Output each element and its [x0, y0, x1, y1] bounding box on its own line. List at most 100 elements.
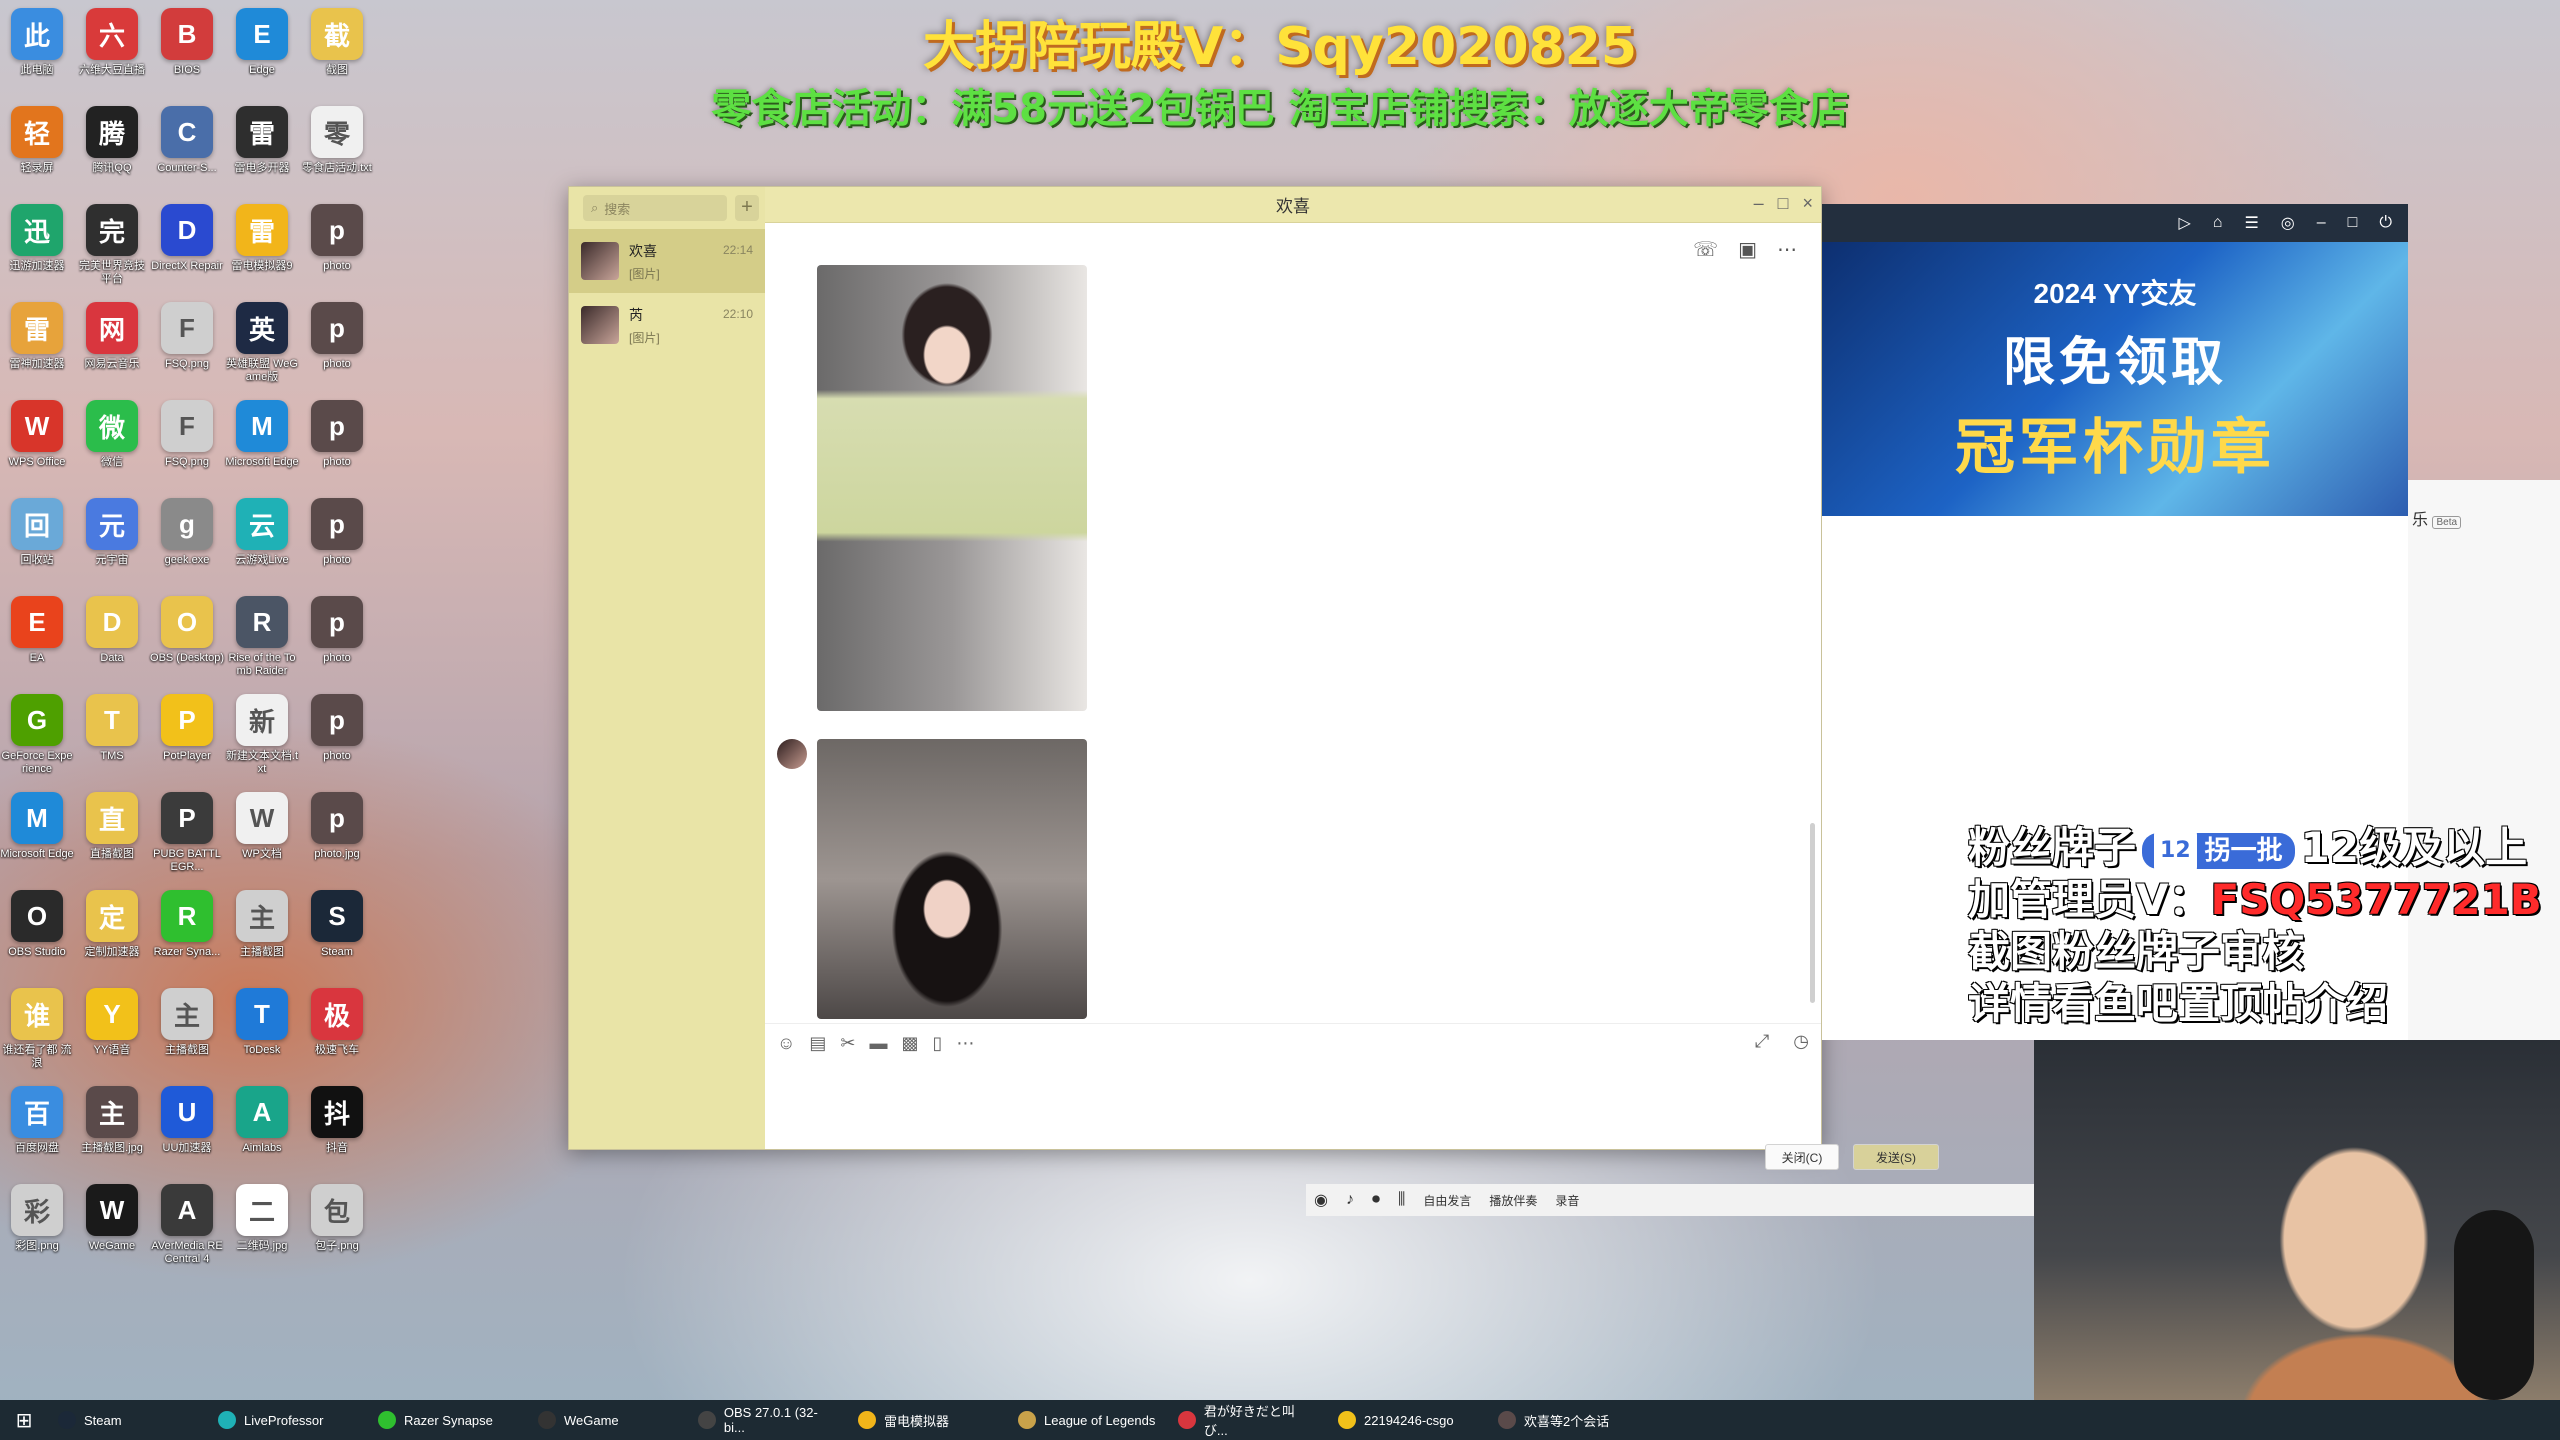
- desktop-icon[interactable]: A Aimlabs: [225, 1086, 299, 1182]
- desktop-icon[interactable]: 极极速飞车: [300, 988, 374, 1084]
- desktop-icon[interactable]: E EA: [0, 596, 74, 692]
- maximize-icon[interactable]: □: [2348, 214, 2358, 232]
- scissors-icon[interactable]: ✂: [840, 1033, 855, 1054]
- folder-icon[interactable]: ▬: [870, 1033, 888, 1054]
- desktop-icon[interactable]: p photo: [300, 302, 374, 398]
- desktop-icon[interactable]: 网网易云音乐: [75, 302, 149, 398]
- power-icon[interactable]: ⏻: [2379, 214, 2392, 232]
- chat-list-item[interactable]: 芮 [图片] 22:10: [569, 293, 765, 357]
- chat-list-item[interactable]: 欢喜 [图片] 22:14: [569, 229, 765, 293]
- more-icon[interactable]: ⋯: [956, 1033, 974, 1054]
- home-icon[interactable]: ⌂: [2213, 214, 2223, 232]
- desktop-icon[interactable]: 抖抖音: [300, 1086, 374, 1182]
- desktop-icon[interactable]: 主主播截图: [225, 890, 299, 986]
- expand-icon[interactable]: ⤢: [1755, 1031, 1769, 1052]
- desktop-icon[interactable]: p photo: [300, 400, 374, 496]
- accompaniment-button[interactable]: 播放伴奏: [1489, 1192, 1537, 1209]
- desktop-icon[interactable]: 直直播截图: [75, 792, 149, 888]
- desktop-icon[interactable]: P PUBG BATTLEGR...: [150, 792, 224, 888]
- speaker-icon[interactable]: ♪: [1346, 1191, 1354, 1209]
- desktop-icon[interactable]: W WP文档: [225, 792, 299, 888]
- desktop-icon[interactable]: P PotPlayer: [150, 694, 224, 790]
- desktop-icon[interactable]: 主主播截图.jpg: [75, 1086, 149, 1182]
- taskbar-item[interactable]: LiveProfessor: [208, 1400, 368, 1440]
- taskbar-item[interactable]: Razer Synapse: [368, 1400, 528, 1440]
- desktop-icon[interactable]: 完完美世界竞技平台: [75, 204, 149, 300]
- desktop-icon[interactable]: T ToDesk: [225, 988, 299, 1084]
- desktop-icon[interactable]: F FSQ.png: [150, 302, 224, 398]
- desktop-icon[interactable]: D Data: [75, 596, 149, 692]
- desktop-icon[interactable]: 定定制加速器: [75, 890, 149, 986]
- desktop-icon[interactable]: p photo: [300, 204, 374, 300]
- desktop-icon[interactable]: 百百度网盘: [0, 1086, 74, 1182]
- free-speak-button[interactable]: 自由发言: [1423, 1192, 1471, 1209]
- live-icon[interactable]: ▷: [2178, 213, 2190, 233]
- desktop-icon[interactable]: 新新建文本文档.txt: [225, 694, 299, 790]
- taskbar-item[interactable]: 欢喜等2个会话: [1488, 1400, 1648, 1440]
- taskbar-item[interactable]: 22194246-csgo: [1328, 1400, 1488, 1440]
- more-icon[interactable]: ⋯: [1777, 237, 1797, 262]
- desktop-icon[interactable]: M Microsoft Edge: [0, 792, 74, 888]
- desktop-icon[interactable]: R Rise of the Tomb Raider: [225, 596, 299, 692]
- history-icon[interactable]: ◷: [1793, 1031, 1809, 1052]
- taskbar-item[interactable]: 雷电模拟器: [848, 1400, 1008, 1440]
- close-icon[interactable]: ×: [1802, 193, 1813, 214]
- desktop-icon[interactable]: 彩彩图.png: [0, 1184, 74, 1280]
- desktop-icon[interactable]: D DirectX Repair: [150, 204, 224, 300]
- minimize-icon[interactable]: –: [1754, 193, 1764, 214]
- desktop-icon[interactable]: O OBS Studio: [0, 890, 74, 986]
- list-icon[interactable]: ☰: [2244, 213, 2258, 233]
- image-icon[interactable]: ▩: [902, 1033, 919, 1054]
- scrollbar[interactable]: [1810, 823, 1815, 1003]
- desktop-icon[interactable]: 迅迅游加速器: [0, 204, 74, 300]
- desktop-icon[interactable]: 云云游戏Live: [225, 498, 299, 594]
- desktop-icon[interactable]: W WeGame: [75, 1184, 149, 1280]
- desktop-icon[interactable]: F FSQ.png: [150, 400, 224, 496]
- promo-banner[interactable]: 2024 YY交友 限免领取 冠军杯勋章: [1822, 242, 2408, 516]
- desktop-icon[interactable]: O OBS (Desktop): [150, 596, 224, 692]
- sender-avatar[interactable]: [777, 739, 807, 769]
- search-input[interactable]: ⌕ 搜索: [583, 195, 727, 221]
- mixer-icon[interactable]: ⫼: [1398, 1191, 1405, 1209]
- yy-icon[interactable]: ◉: [1314, 1190, 1328, 1210]
- desktop-icon[interactable]: 元元宇宙: [75, 498, 149, 594]
- desktop-icon[interactable]: A AVerMedia RECentral 4: [150, 1184, 224, 1280]
- message-image[interactable]: [817, 739, 1087, 1019]
- voice-call-icon[interactable]: ☏: [1693, 237, 1718, 262]
- add-contact-button[interactable]: +: [735, 195, 759, 221]
- desktop-icon[interactable]: g geek.exe: [150, 498, 224, 594]
- desktop-icon[interactable]: Y YY语音: [75, 988, 149, 1084]
- desktop-icon[interactable]: 谁谁还看了都 流浪: [0, 988, 74, 1084]
- taskbar-item[interactable]: League of Legends: [1008, 1400, 1168, 1440]
- desktop-icon[interactable]: R Razer Syna...: [150, 890, 224, 986]
- minimize-icon[interactable]: –: [2317, 214, 2326, 232]
- desktop-icon[interactable]: p photo: [300, 694, 374, 790]
- send-button[interactable]: 发送(S): [1853, 1144, 1939, 1170]
- message-image[interactable]: [817, 265, 1087, 711]
- desktop-icon[interactable]: 英英雄联盟 WeGame版: [225, 302, 299, 398]
- desktop-icon[interactable]: M Microsoft Edge: [225, 400, 299, 496]
- screen-share-icon[interactable]: ▯: [933, 1033, 943, 1054]
- desktop-icon[interactable]: p photo.jpg: [300, 792, 374, 888]
- maximize-icon[interactable]: □: [1778, 193, 1789, 214]
- emoji-icon[interactable]: ☺: [777, 1033, 795, 1054]
- start-button[interactable]: ⊞: [0, 1400, 48, 1440]
- desktop-icon[interactable]: 二二维码.jpg: [225, 1184, 299, 1280]
- taskbar-item[interactable]: 君が好きだと叫び...: [1168, 1400, 1328, 1440]
- desktop-icon[interactable]: S Steam: [300, 890, 374, 986]
- taskbar-item[interactable]: WeGame: [528, 1400, 688, 1440]
- desktop-icon[interactable]: 包包子.png: [300, 1184, 374, 1280]
- desktop-icon[interactable]: T TMS: [75, 694, 149, 790]
- gamepad-icon[interactable]: ◎: [2281, 213, 2295, 233]
- video-call-icon[interactable]: ▣: [1738, 237, 1757, 262]
- desktop-icon[interactable]: 雷雷电模拟器9: [225, 204, 299, 300]
- desktop-icon[interactable]: 回回收站: [0, 498, 74, 594]
- taskbar-item[interactable]: Steam: [48, 1400, 208, 1440]
- gif-icon[interactable]: ▤: [809, 1033, 826, 1054]
- desktop-icon[interactable]: 雷雷神加速器: [0, 302, 74, 398]
- taskbar-item[interactable]: OBS 27.0.1 (32-bi...: [688, 1400, 848, 1440]
- desktop-icon[interactable]: G GeForce Experience: [0, 694, 74, 790]
- desktop-icon[interactable]: U UU加速器: [150, 1086, 224, 1182]
- desktop-icon[interactable]: p photo: [300, 498, 374, 594]
- mic-icon[interactable]: ⏺: [1372, 1191, 1380, 1209]
